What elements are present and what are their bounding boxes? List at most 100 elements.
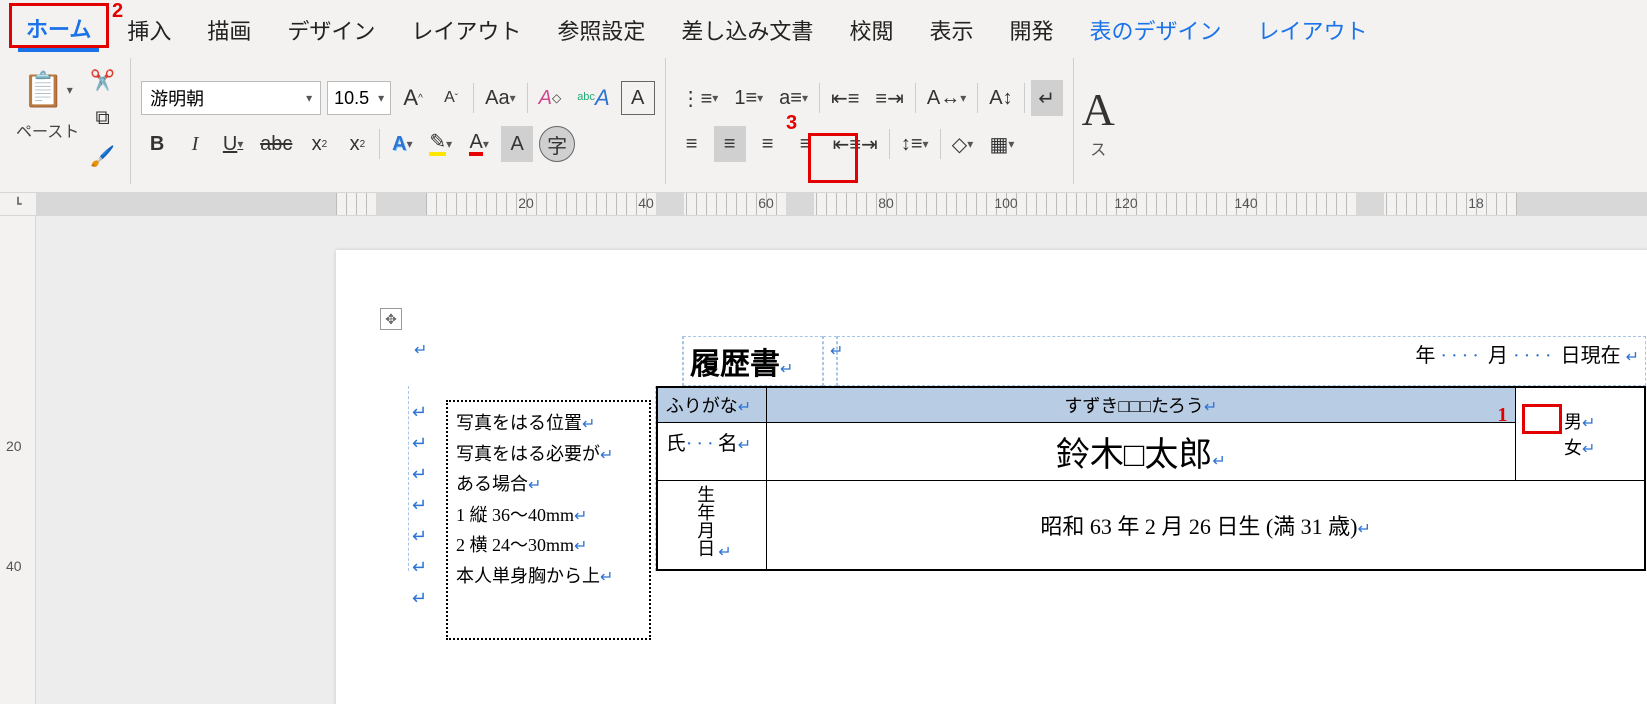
borders-button[interactable]: ▦ ▾ — [985, 126, 1020, 162]
format-painter-button[interactable]: 🖌️ — [85, 138, 120, 174]
group-clipboard: 📋▾ ペースト ✂️ ⧉ 🖌️ — [10, 58, 131, 184]
tab-table-design[interactable]: 表のデザイン — [1081, 10, 1229, 50]
eraser-icon: ◇ — [552, 91, 561, 105]
photo-line: 写真をはる位置↵ — [456, 408, 641, 439]
ruler-tick: 20 — [518, 195, 534, 211]
date-year-label: 年 — [1415, 345, 1435, 367]
tab-selector[interactable]: ┗ — [0, 193, 36, 215]
decrease-font-button[interactable]: Aˇ — [435, 80, 467, 116]
furigana-value-cell[interactable]: すずき□□□たろう↵ — [767, 387, 1515, 423]
strike-button[interactable]: abc — [255, 126, 297, 162]
char-shading-button[interactable]: A — [501, 126, 533, 162]
increase-font-button[interactable]: A^ — [397, 80, 429, 116]
tab-table-layout[interactable]: レイアウト — [1250, 10, 1376, 50]
page: ✥ ↵↵↵↵↵↵↵ ↵ 履歴書↵ ↵ 年 ···· 月 ···· — [336, 250, 1647, 704]
callout-box-1 — [1522, 404, 1562, 434]
underline-button[interactable]: U ▾ — [217, 126, 249, 162]
sort-button[interactable]: A↕ — [984, 80, 1017, 116]
font-size-select[interactable]: 10.5 ▾ — [327, 81, 391, 115]
ruby-button[interactable]: abcA — [572, 80, 614, 116]
char-border-button[interactable]: A — [621, 81, 655, 115]
text-direction-button[interactable]: A↔ ▾ — [922, 80, 971, 116]
title-cell[interactable]: 履歴書↵ — [683, 336, 823, 386]
indent-button[interactable]: ≡⇥ — [870, 80, 908, 116]
paste-button[interactable]: 📋▾ — [17, 62, 77, 118]
name-value-cell[interactable]: 鈴木□太郎↵ — [767, 423, 1515, 481]
font-color-icon: A — [469, 132, 482, 156]
show-marks-button[interactable]: ↵ — [1031, 80, 1063, 116]
photo-box[interactable]: 写真をはる位置↵ 写真をはる必要が↵ ある場合↵ 1 縦 36～40mm↵ 2 … — [446, 400, 651, 640]
photo-line: 写真をはる必要が↵ — [456, 439, 641, 470]
tab-mailmerge[interactable]: 差し込み文書 — [673, 10, 821, 50]
ruler-horizontal[interactable]: 20 40 60 80 100 120 140 18 — [36, 193, 1647, 215]
callout-box-3 — [808, 133, 858, 183]
tab-draw[interactable]: 描画 — [199, 10, 259, 50]
ruler-vertical[interactable]: 20 40 — [0, 216, 36, 704]
tab-references[interactable]: 参照設定 — [549, 10, 653, 50]
title-left-spacer: ↵ — [408, 336, 683, 386]
copy-icon: ⧉ — [96, 107, 110, 130]
enclose-char-button[interactable]: 字 — [539, 126, 575, 162]
doc-title: 履歴書 — [690, 348, 780, 381]
photo-line: 1 縦 36～40mm↵ — [456, 500, 641, 531]
change-case-button[interactable]: Aa ▾ — [480, 80, 521, 116]
bold-button[interactable]: B — [141, 126, 173, 162]
numbering-icon: 1≡ — [734, 87, 757, 110]
table-move-handle[interactable]: ✥ — [380, 308, 402, 330]
ruler-tick: 120 — [1114, 195, 1137, 211]
multilevel-button[interactable]: a≡ ▾ — [774, 80, 813, 116]
tab-design[interactable]: デザイン — [279, 10, 383, 50]
copy-button[interactable]: ⧉ — [85, 100, 120, 136]
font-name-value: 游明朝 — [150, 85, 204, 111]
tab-developer[interactable]: 開発 — [1001, 10, 1061, 50]
shading-button[interactable]: ◇ ▾ — [947, 126, 979, 162]
callout-num-2: 2 — [112, 0, 123, 23]
name-label-cell[interactable]: 氏···名↵ — [657, 423, 767, 481]
photo-line: 本人単身胸から上↵ — [456, 561, 641, 592]
styles-gallery[interactable]: A — [1082, 83, 1115, 136]
align-left-icon: ≡ — [686, 133, 698, 156]
gender-cell[interactable]: 1 男↵ 女↵ — [1515, 387, 1645, 481]
gender-male: 男 — [1564, 412, 1582, 432]
group-styles: A ス — [1074, 58, 1123, 184]
ruler-tick: 60 — [758, 195, 774, 211]
align-center-icon: ≡ — [724, 133, 736, 156]
tab-insert[interactable]: 挿入 — [119, 10, 179, 50]
highlight-button[interactable]: ✎ ▾ — [424, 126, 457, 162]
align-center-button[interactable]: ≡ — [714, 126, 746, 162]
superscript-button[interactable]: x2 — [341, 126, 373, 162]
ruler-tick: 80 — [878, 195, 894, 211]
sort-icon: A↕ — [989, 87, 1012, 110]
chevron-down-icon: ▾ — [378, 91, 384, 105]
ruler-tick: 100 — [994, 195, 1017, 211]
text-effects-button[interactable]: A ▾ — [386, 126, 418, 162]
ruler-tick: 140 — [1234, 195, 1257, 211]
font-name-select[interactable]: 游明朝 ▾ — [141, 81, 321, 115]
subscript-button[interactable]: x2 — [303, 126, 335, 162]
bullets-button[interactable]: ⋮≡ ▾ — [676, 80, 724, 116]
align-left-button[interactable]: ≡ — [676, 126, 708, 162]
ruler-tick: 18 — [1468, 195, 1484, 211]
ruler-tick: 20 — [6, 438, 22, 454]
document-canvas[interactable]: ✥ ↵↵↵↵↵↵↵ ↵ 履歴書↵ ↵ 年 ···· 月 ···· — [36, 216, 1647, 704]
callout-num-1: 1 — [1498, 404, 1508, 427]
personal-info-table: ふりがな↵ すずき□□□たろう↵ 1 男↵ 女↵ — [656, 386, 1646, 571]
clear-format-button[interactable]: A◇ — [534, 80, 567, 116]
borders-icon: ▦ — [990, 132, 1009, 157]
line-spacing-button[interactable]: ↕≡ ▾ — [896, 126, 934, 162]
align-right-icon: ≡ — [762, 133, 774, 156]
cut-button[interactable]: ✂️ — [85, 62, 120, 98]
font-color-button[interactable]: A ▾ — [463, 126, 495, 162]
tab-layout[interactable]: レイアウト — [403, 10, 529, 50]
tab-view[interactable]: 表示 — [921, 10, 981, 50]
italic-button[interactable]: I — [179, 126, 211, 162]
birth-value-cell[interactable]: 昭和 63 年 2 月 26 日生 (満 31 歳)↵ — [767, 481, 1645, 571]
numbering-button[interactable]: 1≡ ▾ — [729, 80, 768, 116]
outdent-button[interactable]: ⇤≡ — [826, 80, 864, 116]
date-month-label: 月 — [1488, 345, 1508, 367]
furigana-label-cell[interactable]: ふりがな↵ — [657, 387, 767, 423]
birth-label-cell[interactable]: 生年月日↵ — [657, 481, 767, 571]
date-cell[interactable]: 年 ···· 月 ···· 日現在 ↵ — [837, 336, 1646, 386]
tab-review[interactable]: 校閲 — [841, 10, 901, 50]
align-right-button[interactable]: ≡ — [752, 126, 784, 162]
